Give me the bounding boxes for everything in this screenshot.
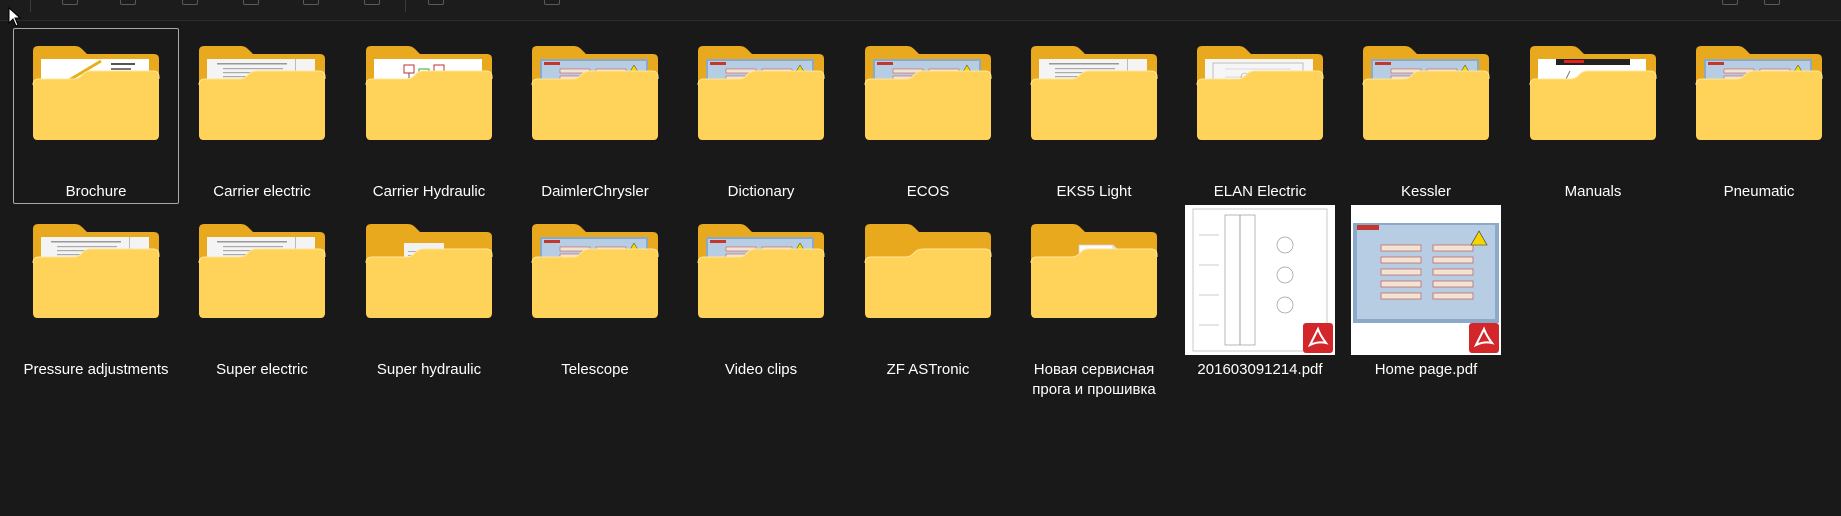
pdf-thumbnail <box>1178 205 1342 357</box>
folder-icon <box>679 221 843 345</box>
folder-item[interactable]: Pressure adjustments <box>13 206 179 382</box>
item-label: Super hydraulic <box>376 361 482 378</box>
folder-item[interactable]: DaimlerChrysler <box>512 28 678 204</box>
details-button[interactable] <box>1722 0 1738 5</box>
item-label: Telescope <box>561 361 629 378</box>
item-label: 201603091214.pdf <box>1197 361 1323 378</box>
folder-icon <box>1012 43 1176 167</box>
folder-icon <box>347 221 511 345</box>
folder-item[interactable]: Pneumatic <box>1676 28 1841 204</box>
folder-item[interactable]: Carrier electric <box>179 28 345 204</box>
paste-button[interactable] <box>182 0 198 5</box>
folder-item[interactable]: Telescope <box>512 206 678 382</box>
share-button[interactable] <box>303 0 319 5</box>
folder-item[interactable]: EKS5 Light <box>1011 28 1177 204</box>
folder-icon <box>1344 43 1508 167</box>
folder-icon <box>14 221 178 345</box>
folder-item[interactable]: Super electric <box>179 206 345 382</box>
more-button[interactable] <box>1764 0 1780 5</box>
item-label: Video clips <box>724 361 798 378</box>
toolbar-separator <box>30 0 31 12</box>
folder-icon <box>1677 43 1841 167</box>
item-label: Pressure adjustments <box>23 361 169 378</box>
delete-button[interactable] <box>364 0 380 5</box>
pdf-file-item[interactable]: 201603091214.pdf <box>1177 205 1343 382</box>
folder-item[interactable]: Manuals <box>1510 28 1676 204</box>
pdf-thumbnail <box>1344 205 1508 357</box>
item-label: Новая сервисная прога и прошивка <box>1032 361 1156 398</box>
folder-icon <box>1012 221 1176 345</box>
folder-icon <box>347 43 511 167</box>
item-label: Kessler <box>1400 183 1452 200</box>
item-label: EKS5 Light <box>1056 183 1132 200</box>
item-label: ECOS <box>906 183 950 200</box>
folder-item[interactable]: Kessler <box>1343 28 1509 204</box>
mouse-cursor-icon <box>8 7 22 27</box>
folder-item[interactable]: Brochure <box>13 28 179 204</box>
folder-icon <box>1178 43 1342 167</box>
folder-icon <box>513 43 677 167</box>
folder-item[interactable]: ZF ASTronic <box>845 206 1011 382</box>
folder-item[interactable]: ELAN Electric <box>1177 28 1343 204</box>
item-label: Pneumatic <box>1723 183 1795 200</box>
folder-icon <box>513 221 677 345</box>
item-label: ELAN Electric <box>1213 183 1307 200</box>
item-label: Dictionary <box>727 183 795 200</box>
folder-item[interactable]: Super hydraulic <box>346 206 512 382</box>
folder-icon <box>180 43 344 167</box>
folder-icon <box>180 221 344 345</box>
view-button[interactable] <box>544 0 560 5</box>
item-label: DaimlerChrysler <box>541 183 649 200</box>
item-label: Carrier electric <box>213 183 311 200</box>
folder-icon <box>679 43 843 167</box>
cut-button[interactable] <box>62 0 78 5</box>
folder-item[interactable]: Новая сервисная прога и прошивка <box>1011 206 1177 398</box>
acrobat-pdf-icon <box>1303 323 1333 353</box>
folder-item[interactable]: Video clips <box>678 206 844 382</box>
item-label: Brochure <box>65 183 127 200</box>
item-label: Home page.pdf <box>1374 361 1478 378</box>
folder-item[interactable]: ECOS <box>845 28 1011 204</box>
pdf-file-item[interactable]: Home page.pdf <box>1343 205 1509 382</box>
folder-icon <box>846 43 1010 167</box>
copy-button[interactable] <box>120 0 136 5</box>
folder-icon <box>14 43 178 167</box>
sort-button[interactable] <box>428 0 444 5</box>
rename-button[interactable] <box>243 0 259 5</box>
item-label: ZF ASTronic <box>886 361 970 378</box>
toolbar <box>0 0 1841 21</box>
item-label: Manuals <box>1564 183 1622 200</box>
folder-icon <box>1511 43 1675 167</box>
folder-icon <box>846 221 1010 345</box>
folder-item[interactable]: Dictionary <box>678 28 844 204</box>
toolbar-separator <box>405 0 406 12</box>
item-label: Super electric <box>216 361 308 378</box>
acrobat-pdf-icon <box>1469 323 1499 353</box>
item-label: Carrier Hydraulic <box>372 183 486 200</box>
folder-item[interactable]: Carrier Hydraulic <box>346 28 512 204</box>
